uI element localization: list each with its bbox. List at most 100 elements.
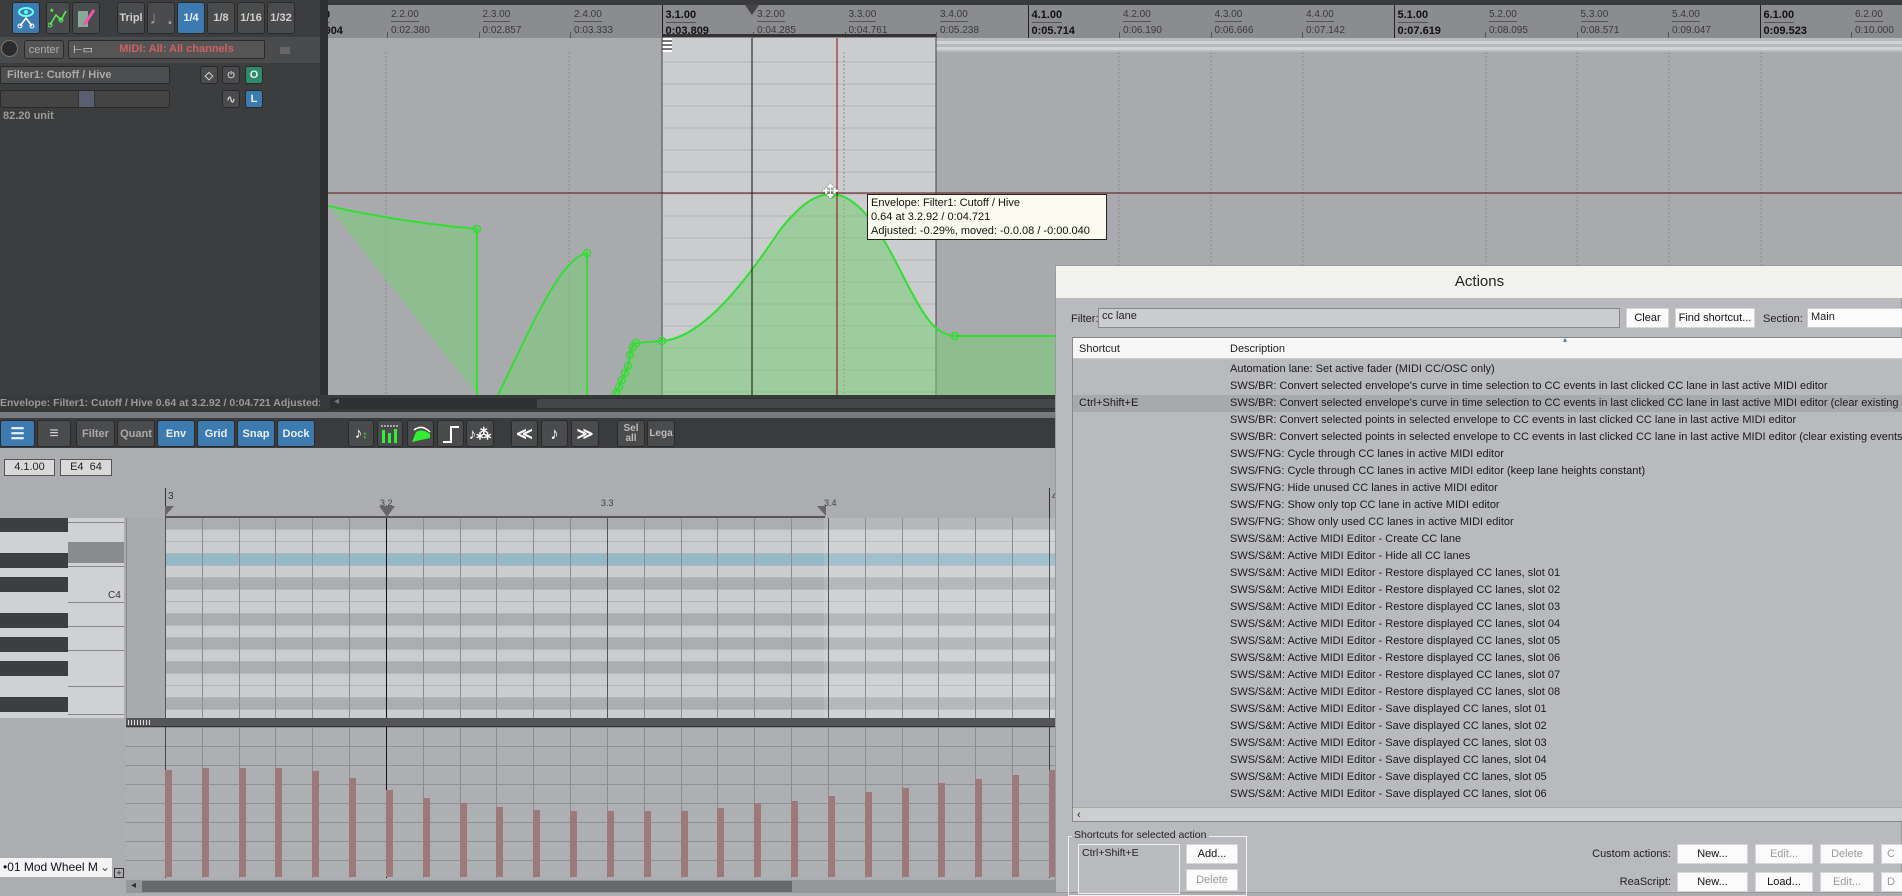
find-shortcut-button[interactable]: Find shortcut... [1675,308,1755,328]
envelope-shape-button[interactable]: ◇ [200,66,218,84]
action-row[interactable]: SWS/S&M: Active MIDI Editor - Restore di… [1073,650,1902,667]
selected-key[interactable] [68,542,124,563]
env-button[interactable]: Env [157,420,195,447]
envelope-mode-button[interactable]: ∿ [222,90,240,108]
pan-knob[interactable] [1,40,18,57]
envelope-bypass-button[interactable]: ⏻ [222,66,240,84]
scroll-thumb[interactable] [537,399,1057,408]
cc-event-bar[interactable] [938,783,945,877]
section-select[interactable]: Main [1807,308,1902,328]
select-all-button[interactable]: Sel all [617,420,645,447]
cc-lane-select[interactable]: •01 Mod Wheel M ⌄ [0,858,112,877]
fader-handle[interactable] [78,91,95,107]
cc-event-bar[interactable] [239,768,246,877]
action-row[interactable]: SWS/FNG: Cycle through CC lanes in activ… [1073,463,1902,480]
midi-hscrollbar[interactable]: ◂ [126,880,1055,893]
grid-eighth-button[interactable]: 1/8 [207,2,235,34]
scroll-left-icon[interactable]: ‹ [1077,809,1081,821]
black-key[interactable] [0,637,68,652]
action-row[interactable]: SWS/BR: Convert selected points in selec… [1073,429,1902,446]
pan-button[interactable]: center [24,40,64,59]
scroll-left-icon[interactable]: ◂ [131,880,136,891]
cc-event-bar[interactable] [1012,775,1019,877]
grid-quarter-button[interactable]: 1/4 [177,2,205,34]
action-row[interactable]: SWS/S&M: Active MIDI Editor - Restore di… [1073,565,1902,582]
black-key[interactable] [0,613,68,628]
envelope-value-fader[interactable] [0,90,170,108]
scroll-left-icon[interactable]: ◂ [334,396,339,407]
cc-lane[interactable] [126,727,1055,878]
action-row[interactable]: SWS/S&M: Active MIDI Editor - Save displ… [1073,701,1902,718]
action-row[interactable]: SWS/S&M: Active MIDI Editor - Save displ… [1073,786,1902,803]
note-field[interactable]: E4 64 [60,459,112,476]
column-header-description[interactable]: Description [1230,343,1285,355]
midi-input-field[interactable]: ⊢▭ MIDI: All: All channels [68,40,265,59]
cc-event-bar[interactable] [828,796,835,877]
column-header-shortcut[interactable]: Shortcut [1079,343,1120,355]
cc-lanes-button[interactable] [377,420,403,447]
delete-shortcut-button[interactable]: Delete [1186,869,1238,891]
grid-tripl-button[interactable]: Tripl [117,2,145,34]
action-row[interactable]: SWS/S&M: Active MIDI Editor - Restore di… [1073,616,1902,633]
panel-divider[interactable] [320,0,328,412]
loop-start-marker[interactable] [165,506,174,516]
action-row[interactable]: SWS/FNG: Show only top CC lane in active… [1073,497,1902,514]
grid-sixteenth-button[interactable]: 1/16 [237,2,265,34]
cc-event-bar[interactable] [865,792,872,877]
list-hscrollbar[interactable]: ‹ [1073,807,1902,821]
piano-keyboard[interactable] [0,518,124,718]
black-key[interactable] [0,553,68,568]
window-titlebar[interactable]: Actions [1056,266,1902,298]
action-row[interactable]: SWS/S&M: Active MIDI Editor - Restore di… [1073,599,1902,616]
add-cc-lane-icon[interactable]: + [114,868,124,878]
snap-button[interactable]: Snap [237,420,275,447]
action-row[interactable]: SWS/S&M: Active MIDI Editor - Save displ… [1073,769,1902,786]
cc-curve-button[interactable] [407,420,434,447]
add-shortcut-button[interactable]: Add... [1186,844,1238,864]
action-row[interactable]: Automation lane: Set active fader (MIDI … [1073,361,1902,378]
note-length-button[interactable]: ♩. [147,2,175,34]
cc-event-bar[interactable] [312,771,319,877]
track-list-button[interactable]: ☰ [0,420,35,447]
action-row[interactable]: SWS/S&M: Active MIDI Editor - Create CC … [1073,531,1902,548]
custom-new-button[interactable]: New... [1677,844,1748,864]
dock-button[interactable]: Dock [277,420,315,447]
cc-event-bar[interactable] [460,803,467,877]
cc-event-bar[interactable] [165,770,172,877]
action-row[interactable]: SWS/BR: Convert selected points in selec… [1073,412,1902,429]
grid-thirtysecond-button[interactable]: 1/32 [267,2,295,34]
actions-list[interactable]: Shortcut Description ▴ Automation lane: … [1072,337,1902,822]
cc-event-bar[interactable] [902,788,909,877]
custom-more-button[interactable]: C [1881,844,1902,864]
position-field[interactable]: 4.1.00 [4,459,55,476]
action-row[interactable]: SWS/BR: Convert selected envelope's curv… [1073,378,1902,395]
grip-icon[interactable] [128,720,150,725]
cc-event-bar[interactable] [496,807,503,877]
cc-event-bar[interactable] [349,778,356,877]
piano-roll-grid[interactable] [165,518,1055,718]
action-row[interactable]: SWS/S&M: Active MIDI Editor - Restore di… [1073,633,1902,650]
cc-event-bar[interactable] [386,790,393,877]
envelope-points-button[interactable]: * [46,2,70,34]
action-row[interactable]: SWS/S&M: Active MIDI Editor - Hide all C… [1073,548,1902,565]
reascript-load-button[interactable]: Load... [1755,872,1813,892]
black-key[interactable] [0,661,68,676]
reascript-new-button[interactable]: New... [1677,872,1748,892]
grid-button[interactable]: Grid [197,420,235,447]
black-key[interactable] [0,518,68,532]
shortcut-list[interactable]: Ctrl+Shift+E [1078,844,1180,894]
cc-event-bar[interactable] [681,811,688,877]
timeline-ruler[interactable]: 2.1.00 0:01.904 2.2.00 0:02.380 2.3.00 0:02.8… [328,5,1902,38]
reascript-more-button[interactable]: D [1881,872,1902,892]
filter-input[interactable]: cc lane [1098,308,1620,328]
cc-event-bar[interactable] [275,768,282,877]
cc-event-bar[interactable] [717,808,724,877]
step-shape-button[interactable] [437,420,464,447]
black-key[interactable] [0,577,68,592]
action-row[interactable]: SWS/S&M: Active MIDI Editor - Save displ… [1073,718,1902,735]
time-selection-bar[interactable] [662,34,936,37]
cc-event-bar[interactable] [791,801,798,877]
action-row[interactable]: SWS/FNG: Show only used CC lanes in acti… [1073,514,1902,531]
loop-end-marker[interactable] [817,506,826,516]
quantize-button[interactable]: Quant [117,420,155,447]
